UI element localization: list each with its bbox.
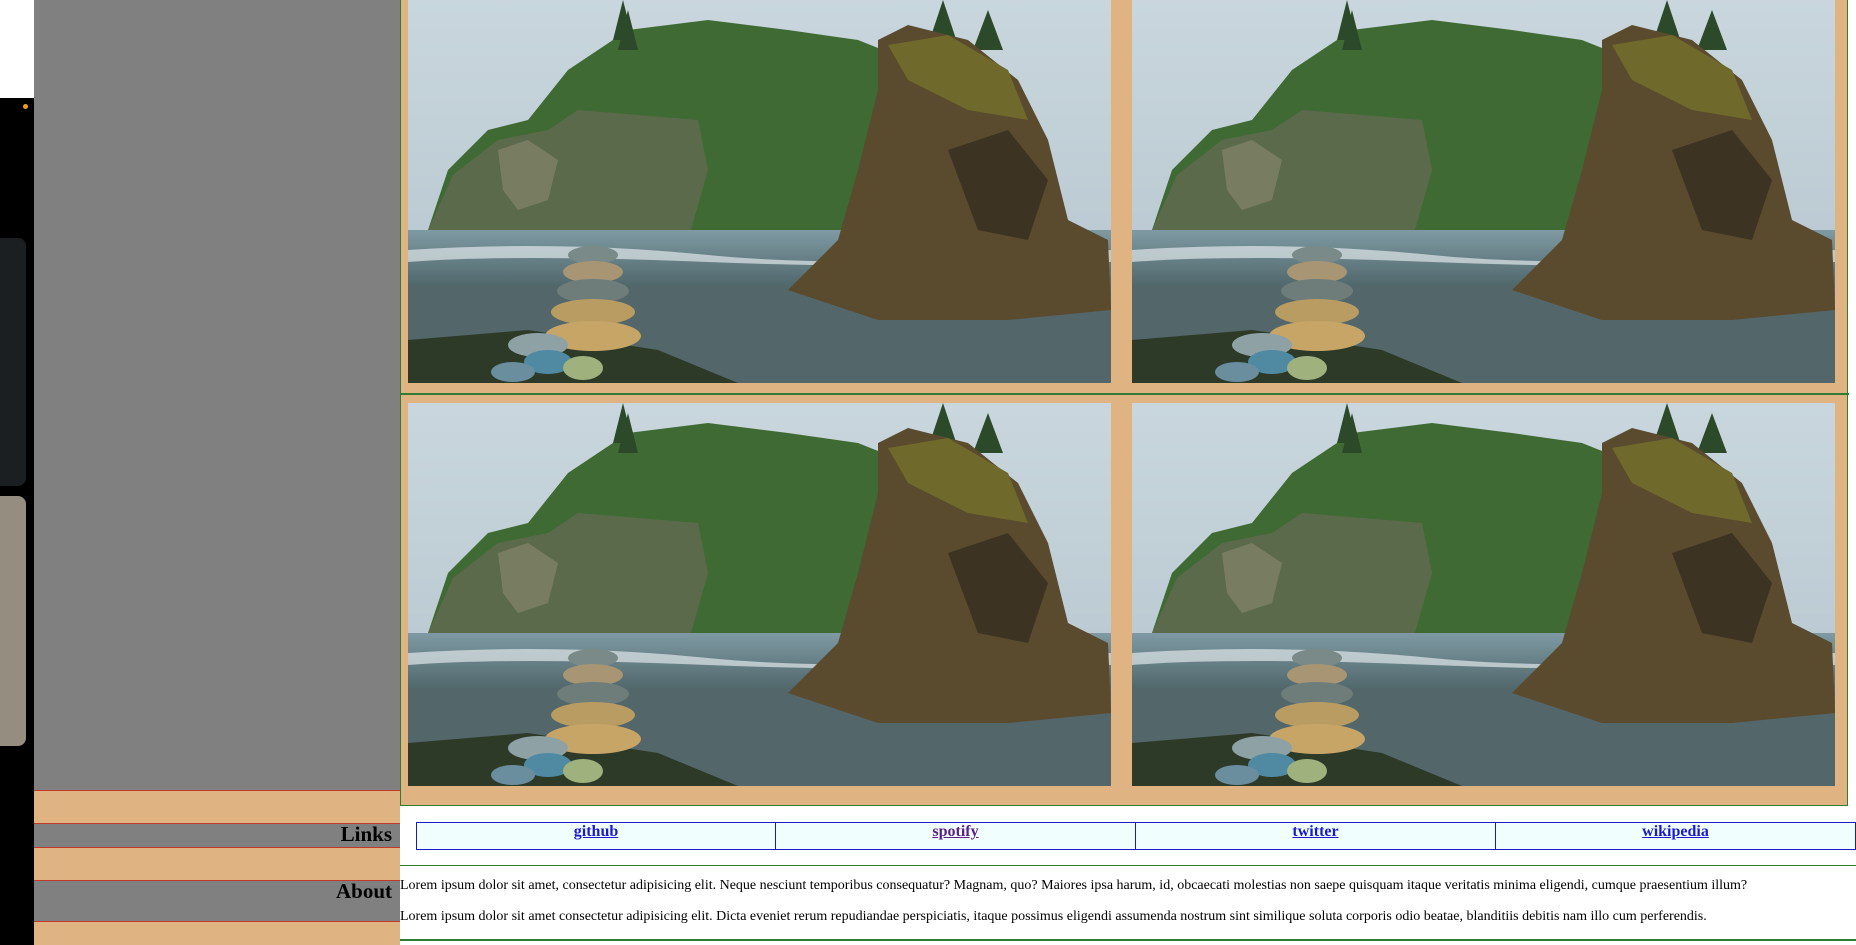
gallery-row-divider (401, 393, 1849, 395)
wikipedia-link[interactable]: wikipedia (1642, 823, 1709, 840)
gallery-image[interactable] (408, 0, 1111, 383)
notification-dot-icon (23, 104, 28, 109)
image-gallery (400, 0, 1849, 806)
gallery-image[interactable] (1132, 403, 1835, 786)
link-cell-spotify: spotify (776, 822, 1136, 850)
link-cell-twitter: twitter (1136, 822, 1496, 850)
links-table: github spotify twitter wikipedia (416, 822, 1856, 850)
twitter-link[interactable]: twitter (1292, 823, 1338, 840)
sidebar-band (34, 921, 400, 945)
sidebar-band (34, 847, 400, 881)
left-edge-dark-panel[interactable] (0, 238, 26, 486)
gallery-image[interactable] (408, 403, 1111, 786)
left-edge-strip (0, 0, 34, 945)
section-divider (400, 865, 1856, 866)
link-cell-github: github (416, 822, 776, 850)
main-content: github spotify twitter wikipedia Lorem i… (400, 0, 1856, 945)
left-edge-tan-panel[interactable] (0, 496, 26, 746)
left-edge-white-block (0, 0, 34, 98)
sidebar-heading-about: About (335, 879, 392, 903)
github-link[interactable]: github (574, 823, 618, 840)
section-divider (400, 939, 1856, 941)
sidebar-band (34, 790, 400, 824)
about-paragraph: Lorem ipsum dolor sit amet, consectetur … (400, 878, 1748, 893)
about-paragraph: Lorem ipsum dolor sit amet consectetur a… (400, 909, 1707, 924)
gallery-image[interactable] (1132, 0, 1835, 383)
spotify-link[interactable]: spotify (932, 823, 978, 840)
sidebar: Links About (34, 0, 400, 945)
link-cell-wikipedia: wikipedia (1496, 822, 1856, 850)
sidebar-heading-links: Links (340, 822, 392, 846)
